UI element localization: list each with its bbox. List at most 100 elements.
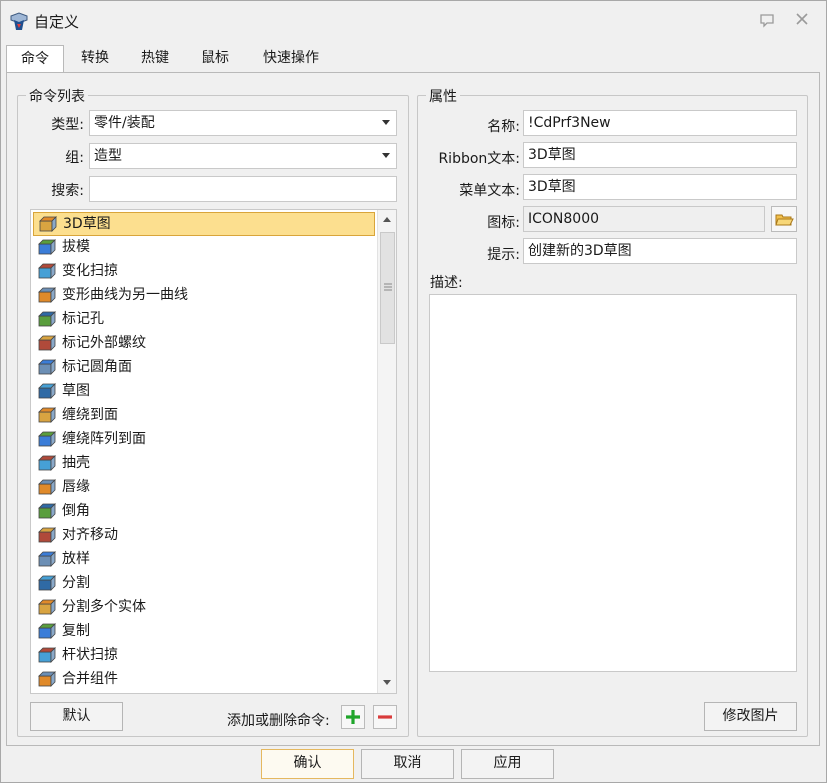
- scroll-up-icon[interactable]: [383, 217, 391, 222]
- list-item-label: 草图: [62, 383, 90, 399]
- thread-mark-icon: [38, 335, 56, 351]
- hole-mark-icon: [38, 311, 56, 327]
- list-item-label: 分割多个实体: [62, 599, 146, 615]
- fillet-mark-icon: [38, 359, 56, 375]
- tab-mouse[interactable]: 鼠标: [188, 45, 242, 72]
- list-item[interactable]: 放样: [33, 548, 375, 572]
- app-logo-icon: [10, 12, 28, 30]
- scroll-thumb[interactable]: [380, 232, 395, 344]
- menu-label: 菜单文本:: [459, 183, 520, 199]
- type-select[interactable]: 零件/装配: [89, 110, 397, 136]
- chamfer-icon: [38, 503, 56, 519]
- tip-field[interactable]: 创建新的3D草图: [523, 238, 797, 264]
- plus-icon: [346, 710, 360, 724]
- ribbon-text-field[interactable]: 3D草图: [523, 142, 797, 168]
- window-title: 自定义: [34, 13, 80, 31]
- split-multi-icon: [38, 599, 56, 615]
- ribbon-value: 3D草图: [528, 147, 576, 163]
- list-item-label: 缠绕阵列到面: [62, 431, 146, 447]
- tab-hotkey[interactable]: 热键: [128, 45, 182, 72]
- list-item[interactable]: 合并组件: [33, 668, 375, 692]
- apply-button[interactable]: 应用: [461, 749, 554, 779]
- merge-component-icon: [38, 671, 56, 687]
- copy-icon: [38, 623, 56, 639]
- list-item-label: 3D草图: [63, 216, 111, 232]
- draft-icon: [38, 239, 56, 255]
- list-item[interactable]: 拔模: [33, 236, 375, 260]
- list-item-label: 标记孔: [62, 311, 104, 327]
- add-command-button[interactable]: [341, 705, 365, 729]
- list-item-label: 倒角: [62, 503, 90, 519]
- add-remove-label: 添加或删除命令:: [227, 713, 330, 729]
- list-item[interactable]: 对齐移动: [33, 524, 375, 548]
- list-item[interactable]: 3D草图: [33, 212, 375, 236]
- name-field[interactable]: !CdPrf3New: [523, 110, 797, 136]
- tab-quick-ops[interactable]: 快速操作: [252, 45, 330, 72]
- list-item[interactable]: 分割多个实体: [33, 596, 375, 620]
- title-bar: 自定义: [0, 0, 827, 42]
- wrap-pattern-icon: [38, 431, 56, 447]
- lip-icon: [38, 479, 56, 495]
- curve-deform-icon: [38, 287, 56, 303]
- list-item-label: 放样: [62, 551, 90, 567]
- help-icon[interactable]: [758, 12, 776, 30]
- browse-icon-button[interactable]: [771, 206, 797, 232]
- icon-value: ICON8000: [528, 211, 600, 227]
- chevron-down-icon: [382, 120, 390, 125]
- list-item[interactable]: 杆状扫掠: [33, 644, 375, 668]
- loft-icon: [38, 551, 56, 567]
- scrollbar[interactable]: [377, 210, 396, 693]
- scroll-down-icon[interactable]: [383, 680, 391, 685]
- properties-title: 属性: [426, 86, 460, 106]
- group-value: 造型: [94, 148, 122, 164]
- list-item[interactable]: 变化扫掠: [33, 260, 375, 284]
- variable-sweep-icon: [38, 263, 56, 279]
- list-item-label: 合并组件: [62, 671, 118, 687]
- close-icon[interactable]: [793, 12, 811, 30]
- sketch3d-icon: [39, 216, 57, 232]
- list-item-label: 抽壳: [62, 455, 90, 471]
- list-item-label: 复制: [62, 623, 90, 639]
- command-listbox[interactable]: 3D草图拔模变化扫掠变形曲线为另一曲线 标记孔标记外部螺纹标记圆角面草图缠绕到面缠…: [30, 209, 397, 694]
- ribbon-label: Ribbon文本:: [438, 151, 520, 167]
- menu-text-field[interactable]: 3D草图: [523, 174, 797, 200]
- group-label: 组:: [65, 150, 84, 166]
- default-button[interactable]: 默认: [30, 702, 123, 731]
- align-move-icon: [38, 527, 56, 543]
- list-item[interactable]: 分割: [33, 572, 375, 596]
- ok-button[interactable]: 确认: [261, 749, 354, 779]
- remove-command-button[interactable]: [373, 705, 397, 729]
- cancel-button[interactable]: 取消: [361, 749, 454, 779]
- list-item[interactable]: 标记外部螺纹: [33, 332, 375, 356]
- tip-value: 创建新的3D草图: [528, 243, 632, 259]
- description-textarea[interactable]: [429, 294, 797, 672]
- menu-value: 3D草图: [528, 179, 576, 195]
- search-input[interactable]: [89, 176, 397, 202]
- list-item[interactable]: 唇缘: [33, 476, 375, 500]
- command-list-title: 命令列表: [26, 86, 88, 106]
- change-image-button[interactable]: 修改图片: [704, 702, 797, 731]
- search-label: 搜索:: [51, 183, 84, 199]
- list-item-label: 变形曲线为另一曲线: [62, 287, 188, 303]
- list-item[interactable]: 缠绕阵列到面: [33, 428, 375, 452]
- tab-convert[interactable]: 转换: [70, 45, 120, 72]
- list-item-label: 杆状扫掠: [62, 647, 118, 663]
- list-item-label: 标记圆角面: [62, 359, 132, 375]
- list-item[interactable]: 标记孔: [33, 308, 375, 332]
- list-item-label: 缠绕到面: [62, 407, 118, 423]
- tab-command[interactable]: 命令: [6, 45, 64, 73]
- list-item[interactable]: 抽壳: [33, 452, 375, 476]
- list-item[interactable]: 复制: [33, 620, 375, 644]
- list-item[interactable]: 缠绕到面: [33, 404, 375, 428]
- list-item[interactable]: 倒角: [33, 500, 375, 524]
- rod-sweep-icon: [38, 647, 56, 663]
- list-item-label: 变化扫掠: [62, 263, 118, 279]
- desc-label: 描述:: [430, 275, 463, 291]
- list-item[interactable]: 草图: [33, 380, 375, 404]
- icon-field: ICON8000: [523, 206, 765, 232]
- list-item[interactable]: 标记圆角面: [33, 356, 375, 380]
- name-value: !CdPrf3New: [528, 115, 611, 131]
- group-select[interactable]: 造型: [89, 143, 397, 169]
- list-item[interactable]: 变形曲线为另一曲线: [33, 284, 375, 308]
- type-label: 类型:: [51, 117, 84, 133]
